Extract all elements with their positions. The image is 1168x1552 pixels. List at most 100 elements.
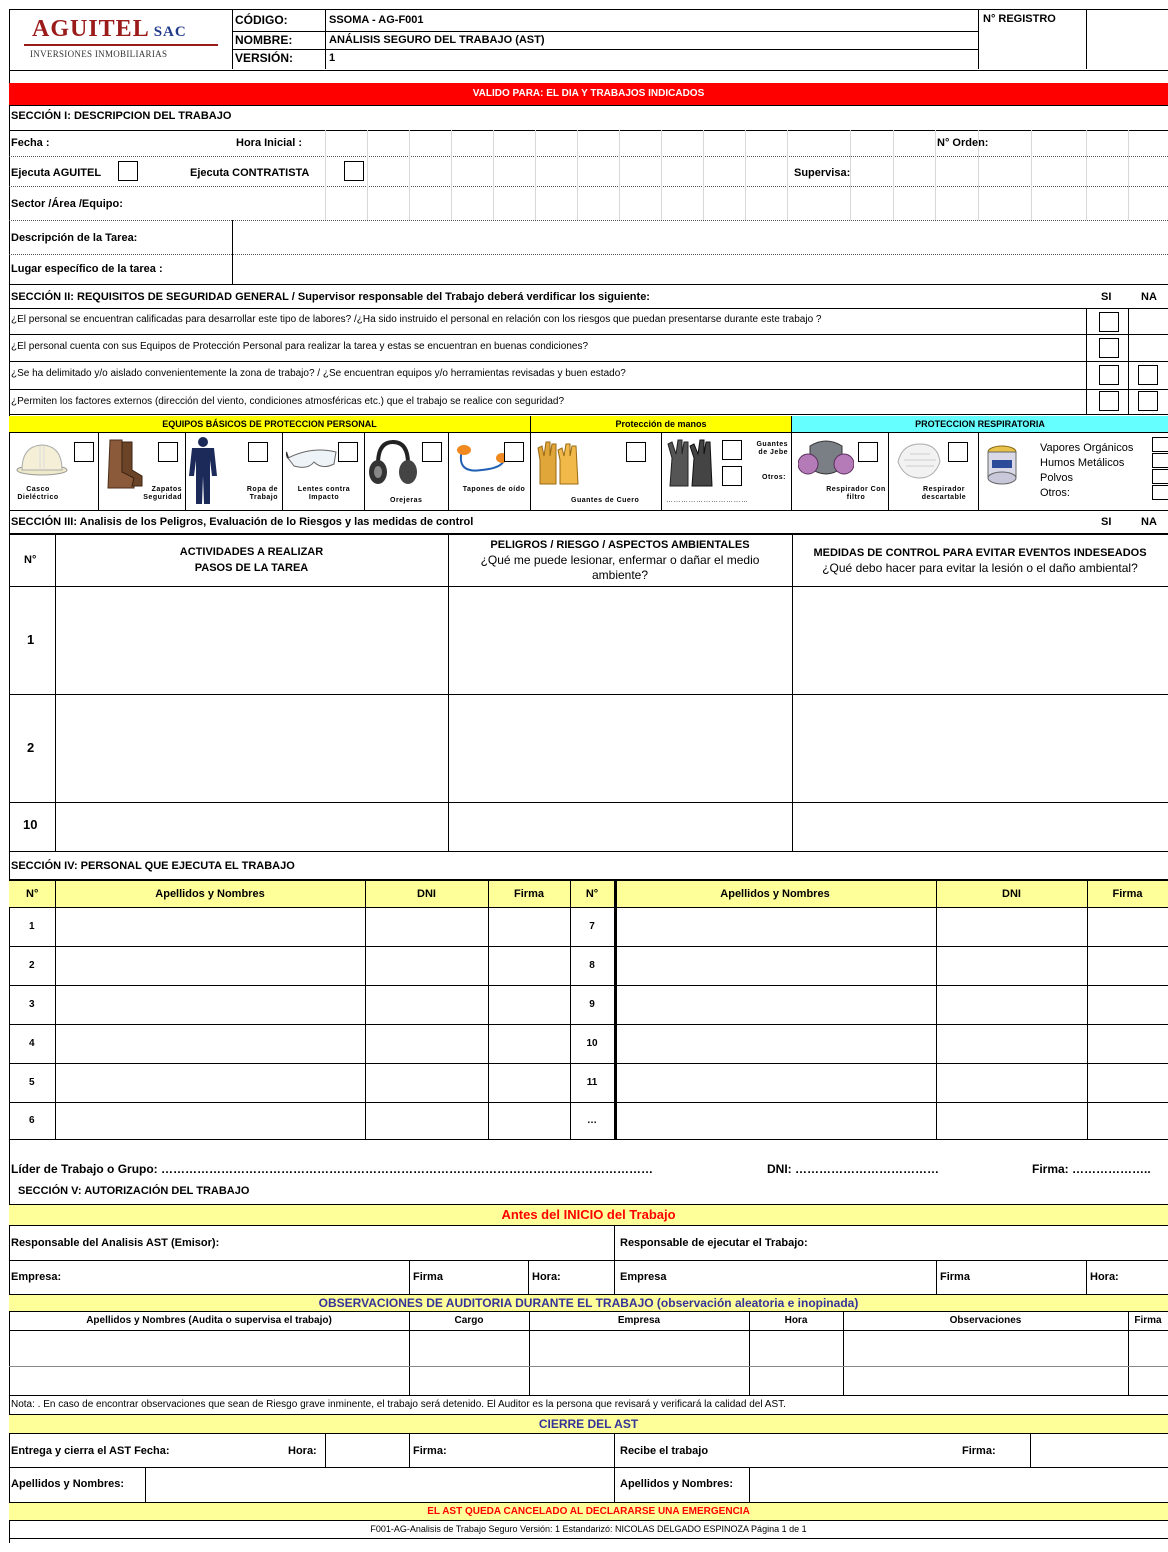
entrega-label: Entrega y cierra el AST Fecha:	[11, 1445, 170, 1457]
q3-na-checkbox[interactable]	[1138, 365, 1158, 385]
personal-row-11: 11	[586, 1077, 598, 1088]
personal-col-n-left: N°	[26, 888, 39, 900]
analysis-row-1: 1	[27, 632, 35, 647]
zapatos-label: Zapatos Seguridad	[143, 486, 182, 501]
resp-filtro-checkbox[interactable]	[858, 442, 878, 462]
tapones-checkbox[interactable]	[504, 442, 524, 462]
cuero-label: Guantes de Cuero	[571, 497, 640, 504]
personal-col-n-right: N°	[585, 888, 599, 900]
hands-header-text: Protección de manos	[615, 419, 707, 429]
question-3: ¿Se ha delimitado y/o aislado convenient…	[11, 368, 626, 379]
apellidos-right-label: Apellidos y Nombres:	[620, 1478, 734, 1490]
antes-text: Antes del INICIO del Trabajo	[501, 1207, 676, 1222]
polvos-label: Polvos	[1040, 472, 1074, 484]
logo-subtitle: INVERSIONES INMOBILIARIAS	[30, 49, 168, 59]
company-logo: AGUITEL SAC INVERSIONES INMOBILIARIAS	[18, 14, 224, 64]
analysis-row-2: 2	[27, 740, 35, 755]
q4-si-checkbox[interactable]	[1099, 391, 1119, 411]
lider-dni: DNI: ………………………………	[767, 1162, 939, 1176]
analysis-col-pel-1: PELIGROS / RIESGO / ASPECTOS AMBIENTALES	[490, 539, 750, 551]
registro-label: N° REGISTRO	[983, 13, 1056, 25]
section4-title: SECCIÓN IV: PERSONAL QUE EJECUTA EL TRAB…	[11, 860, 295, 872]
helmet-icon	[16, 444, 68, 476]
ejecuta-contratista-checkbox[interactable]	[344, 161, 364, 181]
q4-na-checkbox[interactable]	[1138, 391, 1158, 411]
cierre-hora-label: Hora:	[288, 1445, 317, 1457]
coverall-icon	[189, 437, 217, 504]
nota-text: Nota: . En caso de encontrar observacion…	[11, 1399, 786, 1410]
personal-row-6: 6	[29, 1115, 35, 1126]
earmuffs-icon	[369, 440, 417, 484]
firma-left-label: Firma	[413, 1271, 443, 1283]
personal-row-1: 1	[29, 921, 35, 932]
lider-firma: Firma: ………………..	[1032, 1162, 1151, 1176]
respirator-filter-icon	[798, 440, 854, 475]
personal-row-7: 7	[589, 921, 595, 932]
resp-emisor-label: Responsable del Analisis AST (Emisor):	[11, 1237, 220, 1249]
resp-desc-label: Respirador descartable	[921, 486, 967, 501]
analysis-col-act-1: ACTIVIDADES A REALIZAR	[179, 546, 324, 558]
orejeras-label: Orejeras	[390, 497, 423, 504]
personal-col-nombres-left: Apellidos y Nombres	[155, 888, 265, 900]
cierre-title: CIERRE DEL AST	[538, 1417, 639, 1431]
q3-si-checkbox[interactable]	[1099, 365, 1119, 385]
ejecuta-aguitel-label: Ejecuta AGUITEL	[11, 167, 102, 179]
recibe-label: Recibe el trabajo	[620, 1445, 709, 1457]
nombre-label: NOMBRE:	[235, 33, 293, 47]
analysis-col-act-2: PASOS DE LA TAREA	[194, 562, 309, 574]
lentes-checkbox[interactable]	[338, 442, 358, 462]
polvos-checkbox[interactable]	[1152, 469, 1168, 484]
nombre-value: ANÁLISIS SEGURO DEL TRABAJO (AST)	[329, 34, 545, 46]
cuero-checkbox[interactable]	[626, 442, 646, 462]
resp-header-text: PROTECCION RESPIRATORIA	[915, 419, 1045, 429]
ast-form: AGUITEL SAC INVERSIONES INMOBILIARIAS CÓD…	[0, 0, 1168, 1552]
empresa-left-label: Empresa:	[11, 1271, 62, 1283]
otros-manos-checkbox[interactable]	[722, 466, 742, 486]
vapores-label: Vapores Orgánicos	[1040, 442, 1134, 454]
ropa-checkbox[interactable]	[248, 442, 268, 462]
resp-desc-checkbox[interactable]	[948, 442, 968, 462]
casco-checkbox[interactable]	[74, 442, 94, 462]
obs-col-empresa: Empresa	[617, 1315, 661, 1326]
ejecuta-aguitel-checkbox[interactable]	[118, 161, 138, 181]
section3-na: NA	[1141, 516, 1157, 528]
obs-col-nombres: Apellidos y Nombres (Audita o supervisa …	[86, 1315, 332, 1326]
otros-resp-label: Otros:	[1040, 487, 1070, 499]
zapatos-checkbox[interactable]	[158, 442, 178, 462]
ropa-label: Ropa de Trabajo	[246, 486, 278, 501]
lugar-label: Lugar específico de la tarea :	[11, 263, 163, 275]
sector-label: Sector /Área /Equipo:	[11, 198, 123, 210]
valid-banner-text: VALIDO PARA: EL DIA Y TRABAJOS INDICADOS	[472, 88, 705, 99]
analysis-col-n: N°	[24, 554, 37, 566]
hora-right-label: Hora:	[1090, 1271, 1119, 1283]
section1-title: SECCIÓN I: DESCRIPCION DEL TRABAJO	[11, 110, 232, 122]
leather-gloves-icon	[537, 441, 579, 485]
obs-col-cargo: Cargo	[454, 1315, 484, 1326]
apellidos-left-label: Apellidos y Nombres:	[11, 1478, 125, 1490]
observaciones-title: OBSERVACIONES DE AUDITORIA DURANTE EL TR…	[318, 1296, 859, 1310]
section2-title: SECCIÓN II: REQUISITOS DE SEGURIDAD GENE…	[11, 291, 650, 303]
q2-si-checkbox[interactable]	[1099, 338, 1119, 358]
analysis-col-med-2: ¿Qué debo hacer para evitar la lesión o …	[822, 561, 1138, 575]
personal-col-firma-right: Firma	[1112, 888, 1143, 900]
personal-row-2: 2	[29, 960, 35, 971]
personal-row-8: 8	[589, 960, 595, 971]
section3-si: SI	[1101, 516, 1112, 528]
q1-si-checkbox[interactable]	[1099, 312, 1119, 332]
personal-row-5: 5	[29, 1077, 35, 1088]
orejeras-checkbox[interactable]	[422, 442, 442, 462]
jebe-checkbox[interactable]	[722, 440, 742, 460]
question-4: ¿Permiten los factores externos (direcci…	[11, 396, 565, 407]
analysis-col-pel-2: ¿Qué me puede lesionar, enfermar o dañar…	[480, 553, 760, 582]
personal-col-firma-left: Firma	[514, 888, 544, 900]
section3-title: SECCIÓN III: Analisis de los Peligros, E…	[11, 516, 474, 528]
otros-resp-checkbox[interactable]	[1152, 485, 1168, 500]
vapores-checkbox[interactable]	[1152, 437, 1168, 452]
humos-checkbox[interactable]	[1152, 453, 1168, 468]
earplugs-icon	[457, 445, 508, 472]
codigo-value: SSOMA - AG-F001	[329, 14, 424, 26]
firma-right-label: Firma	[940, 1271, 970, 1283]
version-value: 1	[329, 52, 336, 64]
lider-label: Líder de Trabajo o Grupo: ………………………………………	[11, 1162, 654, 1176]
footer-text: F001-AG-Analisis de Trabajo Seguro Versi…	[370, 1524, 807, 1534]
